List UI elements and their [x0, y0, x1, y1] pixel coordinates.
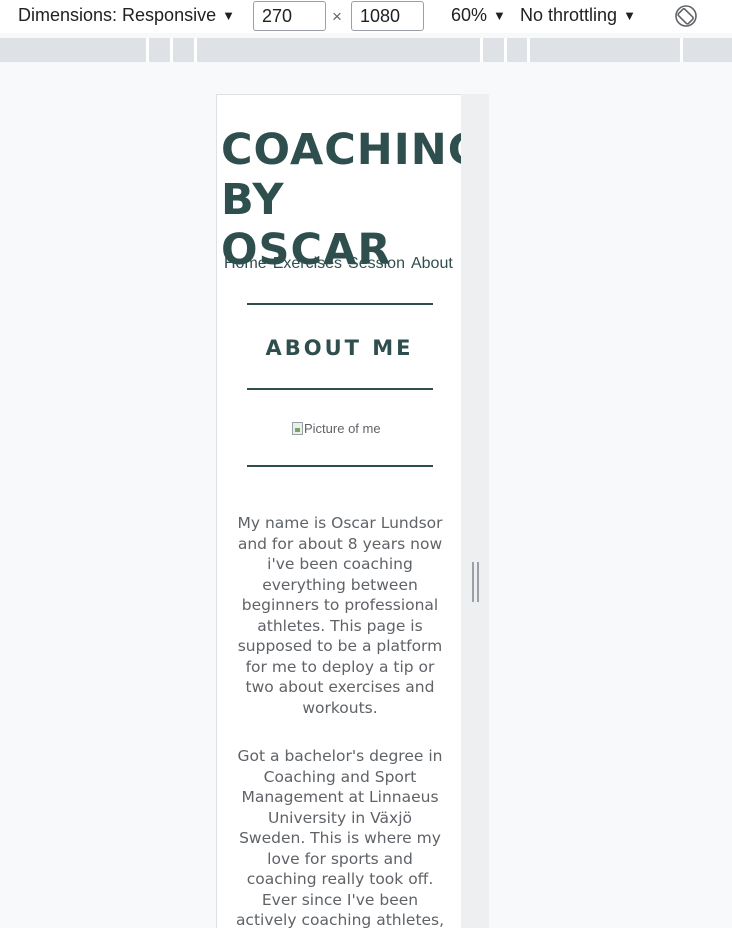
nav-session[interactable]: Session — [348, 255, 405, 273]
viewport-resize-bar[interactable] — [461, 94, 489, 928]
site-title-line1: COACHING — [221, 125, 461, 175]
height-input[interactable] — [351, 1, 424, 31]
about-paragraph-1: My name is Oscar Lundsor and for about 8… — [237, 514, 443, 717]
profile-image: Picture of me — [292, 421, 381, 436]
dimensions-dropdown[interactable]: Dimensions: Responsive ▼ — [18, 5, 235, 26]
chevron-down-icon: ▼ — [623, 8, 636, 23]
ruler-marker — [194, 38, 197, 62]
throttling-dropdown[interactable]: No throttling ▼ — [520, 5, 636, 26]
times-symbol: × — [332, 7, 342, 26]
nav-home[interactable]: Home — [224, 255, 267, 273]
device-toolbar: Dimensions: Responsive ▼ × 60% ▼ No thro… — [0, 0, 732, 33]
resize-handle-icon[interactable] — [472, 562, 479, 602]
broken-image-icon — [292, 422, 303, 435]
width-input[interactable] — [253, 1, 326, 31]
zoom-dropdown[interactable]: 60% ▼ — [451, 5, 506, 26]
ruler-marker — [170, 38, 173, 62]
zoom-label: 60% — [451, 5, 488, 25]
ruler-marker — [480, 38, 483, 62]
nav-about[interactable]: About — [411, 255, 453, 273]
chevron-down-icon: ▼ — [493, 8, 506, 23]
rotate-icon[interactable] — [674, 4, 698, 28]
device-viewport: COACHING BY OSCAR Home Exercises Session… — [216, 94, 461, 928]
throttle-label: No throttling — [520, 5, 618, 25]
dimensions-label: Dimensions: Responsive — [18, 5, 217, 25]
main-nav: Home Exercises Session About — [224, 255, 460, 273]
chevron-down-icon: ▼ — [222, 8, 235, 23]
divider — [247, 465, 433, 467]
ruler-marker — [680, 38, 683, 62]
divider — [247, 388, 433, 390]
ruler-marker — [146, 38, 149, 62]
ruler-marker — [504, 38, 507, 62]
about-paragraph-2: Got a bachelor's degree in Coaching and … — [235, 747, 445, 928]
divider — [247, 303, 433, 305]
nav-exercises[interactable]: Exercises — [273, 255, 342, 273]
media-query-bar[interactable] — [0, 38, 732, 62]
site-title: COACHING BY OSCAR — [221, 125, 461, 275]
image-alt-text: Picture of me — [304, 421, 381, 436]
section-heading: ABOUT ME — [265, 336, 414, 360]
ruler-marker — [527, 38, 530, 62]
